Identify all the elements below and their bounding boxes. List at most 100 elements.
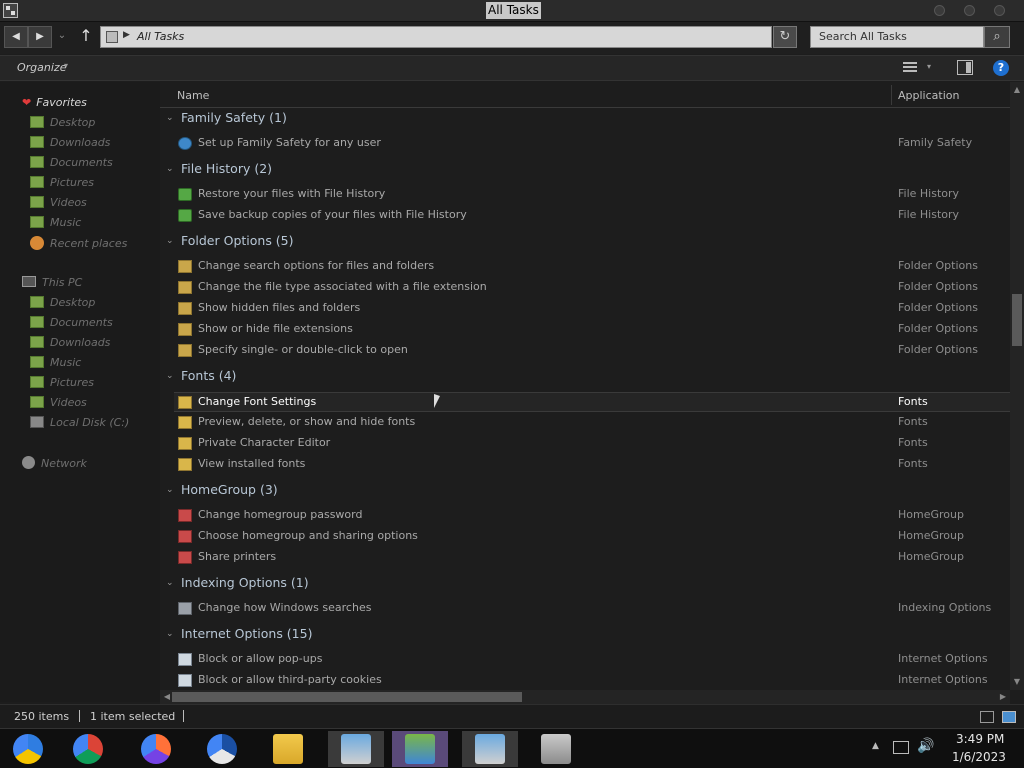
sidebar-item-pc-desktop[interactable]: Desktop xyxy=(30,296,95,312)
group-header[interactable]: Folder Options (5) xyxy=(181,233,294,248)
window-app-icon[interactable] xyxy=(3,3,18,18)
horizontal-scroll-thumb[interactable] xyxy=(172,692,522,702)
task-row[interactable]: Show hidden files and folders Folder Opti… xyxy=(174,299,1010,319)
horizontal-scrollbar[interactable]: ◀ ▶ xyxy=(160,690,1010,704)
taskbar-app-0[interactable] xyxy=(0,731,56,767)
scroll-right-icon[interactable]: ▶ xyxy=(996,691,1010,703)
group-collapse-chevron-icon[interactable]: ⌄ xyxy=(166,578,174,588)
task-name: Block or allow pop-ups xyxy=(198,652,323,665)
task-row[interactable]: Change search options for files and fold… xyxy=(174,257,1010,277)
task-row[interactable]: Private Character Editor Fonts xyxy=(174,434,1010,454)
vertical-scrollbar[interactable]: ▲ ▼ xyxy=(1010,82,1024,690)
sidebar-item-videos[interactable]: Videos xyxy=(30,196,87,212)
address-bar[interactable]: ▶ All Tasks xyxy=(100,26,772,48)
group-collapse-chevron-icon[interactable]: ⌄ xyxy=(166,236,174,246)
column-divider[interactable] xyxy=(891,85,892,105)
organize-button[interactable]: Organize xyxy=(17,61,66,74)
sidebar-item-recent-places[interactable]: Recent places xyxy=(30,236,127,252)
up-button[interactable]: ↑ xyxy=(76,26,96,48)
breadcrumb-arrow-icon[interactable]: ▶ xyxy=(123,30,130,40)
sidebar-item-pc-music[interactable]: Music xyxy=(30,356,81,372)
column-header-name[interactable]: Name xyxy=(177,89,209,102)
clock-date[interactable]: 1/6/2023 xyxy=(952,750,1006,764)
taskbar-app-3[interactable] xyxy=(194,731,250,767)
task-row[interactable]: Change how Windows searches Indexing Opti… xyxy=(174,599,1010,619)
chevron-down-icon[interactable]: ▾ xyxy=(927,62,931,71)
sidebar-item-pc-downloads[interactable]: Downloads xyxy=(30,336,110,352)
minimize-button[interactable] xyxy=(934,5,945,16)
task-row[interactable]: Block or allow pop-ups Internet Options xyxy=(174,650,1010,670)
sidebar-item-this-pc[interactable]: This PC xyxy=(22,276,82,289)
task-row[interactable]: Restore your files with File History File… xyxy=(174,185,1010,205)
volume-icon[interactable]: 🔊 xyxy=(917,738,934,754)
large-icons-view-icon[interactable] xyxy=(1002,711,1016,723)
task-name: Change search options for files and fold… xyxy=(198,259,435,272)
group-collapse-chevron-icon[interactable]: ⌄ xyxy=(166,629,174,639)
recent-locations-button[interactable]: ⌄ xyxy=(54,26,70,48)
group-collapse-chevron-icon[interactable]: ⌄ xyxy=(166,485,174,495)
task-row[interactable]: Change the file type associated with a f… xyxy=(174,278,1010,298)
vertical-scroll-thumb[interactable] xyxy=(1012,294,1022,346)
sidebar-item-music[interactable]: Music xyxy=(30,216,81,232)
chevron-down-icon[interactable]: ▾ xyxy=(64,61,68,70)
sidebar-item-local-disk[interactable]: Local Disk (C:) xyxy=(30,416,129,432)
task-row[interactable]: Preview, delete, or show and hide fonts F… xyxy=(174,413,1010,433)
taskbar-app-1[interactable] xyxy=(60,731,116,767)
sidebar-item-network[interactable]: Network xyxy=(22,456,87,470)
task-row[interactable]: Show or hide file extensions Folder Optio… xyxy=(174,320,1010,340)
fonts-icon xyxy=(178,416,192,429)
scroll-up-icon[interactable]: ▲ xyxy=(1010,84,1024,96)
sidebar-item-desktop[interactable]: Desktop xyxy=(30,116,95,132)
column-header-application[interactable]: Application xyxy=(898,89,959,102)
group-header[interactable]: Fonts (4) xyxy=(181,368,236,383)
sidebar-item-pc-videos[interactable]: Videos xyxy=(30,396,87,412)
change-view-icon[interactable] xyxy=(903,62,917,74)
search-icon[interactable]: ⌕ xyxy=(984,26,1010,48)
task-row[interactable]: Choose homegroup and sharing options Home… xyxy=(174,527,1010,547)
group-header[interactable]: Internet Options (15) xyxy=(181,626,312,641)
taskbar-app-8[interactable] xyxy=(528,731,584,767)
task-row[interactable]: Set up Family Safety for any user Family … xyxy=(174,134,1010,154)
details-view-icon[interactable] xyxy=(980,711,994,723)
group-header[interactable]: File History (2) xyxy=(181,161,272,176)
taskbar-app-5[interactable] xyxy=(328,731,384,767)
sidebar-item-pc-documents[interactable]: Documents xyxy=(30,316,113,332)
group-collapse-chevron-icon[interactable]: ⌄ xyxy=(166,371,174,381)
group-header[interactable]: Family Safety (1) xyxy=(181,110,287,125)
sidebar-item-downloads[interactable]: Downloads xyxy=(30,136,110,152)
search-input[interactable]: Search All Tasks xyxy=(810,26,984,48)
maximize-button[interactable] xyxy=(964,5,975,16)
group-collapse-chevron-icon[interactable]: ⌄ xyxy=(166,164,174,174)
clock-time[interactable]: 3:49 PM xyxy=(956,732,1004,746)
task-row[interactable]: View installed fonts Fonts xyxy=(174,455,1010,475)
chrome-icon xyxy=(73,734,103,764)
task-name: Change how Windows searches xyxy=(198,601,372,614)
sidebar-item-pc-pictures[interactable]: Pictures xyxy=(30,376,94,392)
network-status-icon[interactable] xyxy=(893,741,909,754)
taskbar-app-2[interactable] xyxy=(128,731,184,767)
group-header[interactable]: Indexing Options (1) xyxy=(181,575,309,590)
close-button[interactable] xyxy=(994,5,1005,16)
forward-button[interactable]: ▶ xyxy=(28,26,52,48)
taskbar-app-6[interactable] xyxy=(392,731,448,767)
breadcrumb[interactable]: All Tasks xyxy=(137,30,184,43)
back-button[interactable]: ◀ xyxy=(4,26,28,48)
taskbar-app-4[interactable] xyxy=(260,731,316,767)
show-hidden-icons-icon[interactable]: ▲ xyxy=(872,741,879,751)
task-row[interactable]: Share printers HomeGroup xyxy=(174,548,1010,568)
task-row[interactable]: Block or allow third-party cookies Intern… xyxy=(174,671,1010,690)
task-row[interactable]: Save backup copies of your files with Fi… xyxy=(174,206,1010,226)
taskbar-app-7[interactable] xyxy=(462,731,518,767)
refresh-button[interactable]: ↻ xyxy=(773,26,797,48)
task-row[interactable]: Change homegroup password HomeGroup xyxy=(174,506,1010,526)
preview-pane-icon[interactable] xyxy=(957,60,973,75)
task-row[interactable]: Change Font Settings Fonts xyxy=(174,392,1010,412)
group-header[interactable]: HomeGroup (3) xyxy=(181,482,278,497)
sidebar-item-pictures[interactable]: Pictures xyxy=(30,176,94,192)
sidebar-item-favorites[interactable]: ❤ Favorites xyxy=(22,96,87,109)
scroll-down-icon[interactable]: ▼ xyxy=(1010,676,1024,688)
task-row[interactable]: Specify single- or double-click to open F… xyxy=(174,341,1010,361)
group-collapse-chevron-icon[interactable]: ⌄ xyxy=(166,113,174,123)
help-icon[interactable]: ? xyxy=(993,60,1009,76)
sidebar-item-documents[interactable]: Documents xyxy=(30,156,113,172)
